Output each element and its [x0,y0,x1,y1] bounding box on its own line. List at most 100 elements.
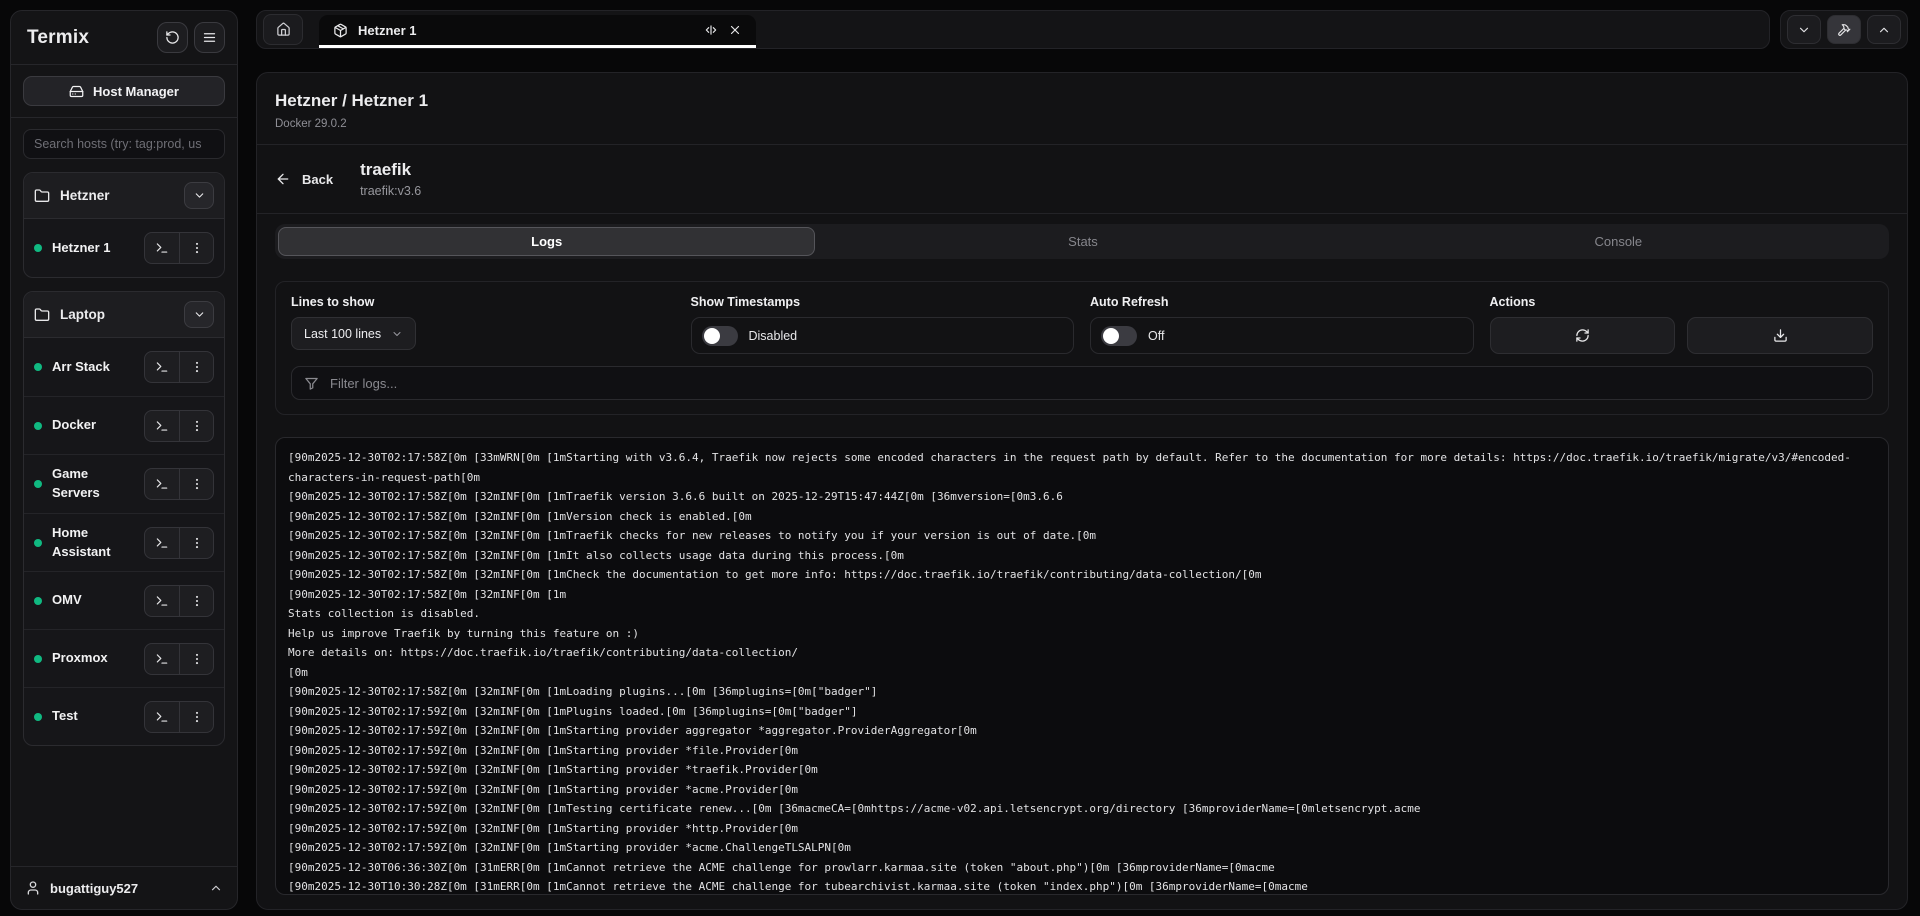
host-menu-button[interactable] [179,702,213,732]
refresh-hosts-button[interactable] [157,22,188,53]
host-row[interactable]: Arr Stack [24,338,224,396]
status-dot-online [34,597,42,605]
tab-hetzner-1[interactable]: Hetzner 1 [319,15,756,48]
menu-icon [202,30,217,45]
host-row[interactable]: Docker [24,396,224,454]
log-line: [90m2025-12-30T02:17:59Z[0m [32mINF[0m [… [288,741,1876,761]
chevron-up-icon [209,881,223,895]
host-menu-button[interactable] [179,352,213,382]
lines-select-value: Last 100 lines [304,327,381,341]
log-line: [90m2025-12-30T02:17:58Z[0m [32mINF[0m [… [288,565,1876,585]
terminal-icon [155,477,169,491]
host-menu-button[interactable] [179,528,213,558]
host-menu-button[interactable] [179,469,213,499]
toggle-switch-off[interactable] [1101,326,1137,346]
host-terminal-button[interactable] [145,469,179,499]
kebab-menu-icon [190,710,204,724]
host-actions [144,527,214,559]
collapse-button[interactable] [1787,15,1821,44]
host-name: Game Servers [52,465,134,503]
autorefresh-toggle[interactable]: Off [1090,317,1474,354]
autorefresh-label: Auto Refresh [1090,295,1474,310]
panel-header: Hetzner / Hetzner 1 Docker 29.0.2 [257,73,1907,145]
search-hosts-input[interactable] [23,129,225,159]
back-label: Back [302,172,333,187]
refresh-logs-button[interactable] [1490,317,1676,354]
host-terminal-button[interactable] [145,352,179,382]
host-actions [144,468,214,500]
sidebar-menu-button[interactable] [194,22,225,53]
host-group-hetzner: Hetzner Hetzner 1 [23,172,225,278]
rotate-ccw-icon [165,30,180,45]
log-line: [90m2025-12-30T02:17:58Z[0m [33mWRN[0m [… [288,448,1876,468]
toggle-switch-off[interactable] [702,326,738,346]
log-line: [90m2025-12-30T02:17:58Z[0m [32mINF[0m [… [288,507,1876,527]
log-line: [90m2025-12-30T02:17:59Z[0m [32mINF[0m [… [288,819,1876,839]
terminal-icon [155,536,169,550]
breadcrumb: Hetzner / Hetzner 1 [275,90,1889,112]
download-logs-button[interactable] [1687,317,1873,354]
group-header[interactable]: Hetzner [24,173,224,219]
lines-select[interactable]: Last 100 lines [291,317,416,350]
arrow-left-icon [275,171,291,187]
host-row[interactable]: Proxmox [24,629,224,687]
timestamps-toggle[interactable]: Disabled [691,317,1075,354]
home-button[interactable] [263,14,303,45]
container-header: Back traefik traefik:v3.6 [257,145,1907,214]
kebab-menu-icon [190,360,204,374]
chevron-down-icon [193,308,206,321]
host-manager-label: Host Manager [93,84,179,99]
host-menu-button[interactable] [179,644,213,674]
host-terminal-button[interactable] [145,528,179,558]
view-tabs: Logs Stats Console [275,224,1889,259]
host-row[interactable]: Home Assistant [24,513,224,572]
log-output[interactable]: [90m2025-12-30T02:17:58Z[0m [33mWRN[0m [… [275,437,1889,895]
log-line: Help us improve Traefik by turning this … [288,624,1876,644]
host-manager-button[interactable]: Host Manager [23,76,225,106]
host-terminal-button[interactable] [145,233,179,263]
expand-button[interactable] [1867,15,1901,44]
tab-console[interactable]: Console [1351,227,1886,256]
group-name: Hetzner [60,188,174,203]
user-icon [25,880,41,896]
host-actions [144,701,214,733]
tab-logs[interactable]: Logs [278,227,815,256]
split-pane-button[interactable] [704,23,718,37]
host-terminal-button[interactable] [145,411,179,441]
filter-logs-field[interactable] [291,366,1873,400]
package-icon [333,23,348,38]
tools-button[interactable] [1827,15,1861,44]
folder-icon [34,307,50,323]
back-button[interactable]: Back [275,171,333,187]
log-line: [90m2025-12-30T02:17:59Z[0m [32mINF[0m [… [288,780,1876,800]
group-collapse-button[interactable] [184,301,214,328]
host-row[interactable]: OMV [24,571,224,629]
log-line: Stats collection is disabled. [288,604,1876,624]
filter-logs-input[interactable] [330,376,1860,391]
host-menu-button[interactable] [179,411,213,441]
funnel-icon [304,376,319,391]
host-menu-button[interactable] [179,586,213,616]
user-menu[interactable]: bugattiguy527 [11,866,237,909]
hard-drive-icon [69,84,84,99]
host-actions [144,232,214,264]
host-groups: Hetzner Hetzner 1 [11,170,237,866]
close-tab-button[interactable] [728,23,742,37]
host-terminal-button[interactable] [145,586,179,616]
host-menu-button[interactable] [179,233,213,263]
terminal-tab-strip: Hetzner 1 [256,10,1770,49]
host-row[interactable]: Test [24,687,224,745]
host-row[interactable]: Hetzner 1 [24,219,224,277]
host-row[interactable]: Game Servers [24,454,224,513]
tab-stats[interactable]: Stats [815,227,1350,256]
host-group-laptop: Laptop Arr Stack [23,291,225,746]
host-terminal-button[interactable] [145,702,179,732]
actions-control: Actions [1490,295,1874,354]
group-header[interactable]: Laptop [24,292,224,338]
timestamps-control: Show Timestamps Disabled [691,295,1075,354]
hammer-icon [1837,23,1851,37]
username: bugattiguy527 [50,881,200,896]
group-name: Laptop [60,307,174,322]
host-terminal-button[interactable] [145,644,179,674]
group-collapse-button[interactable] [184,182,214,209]
